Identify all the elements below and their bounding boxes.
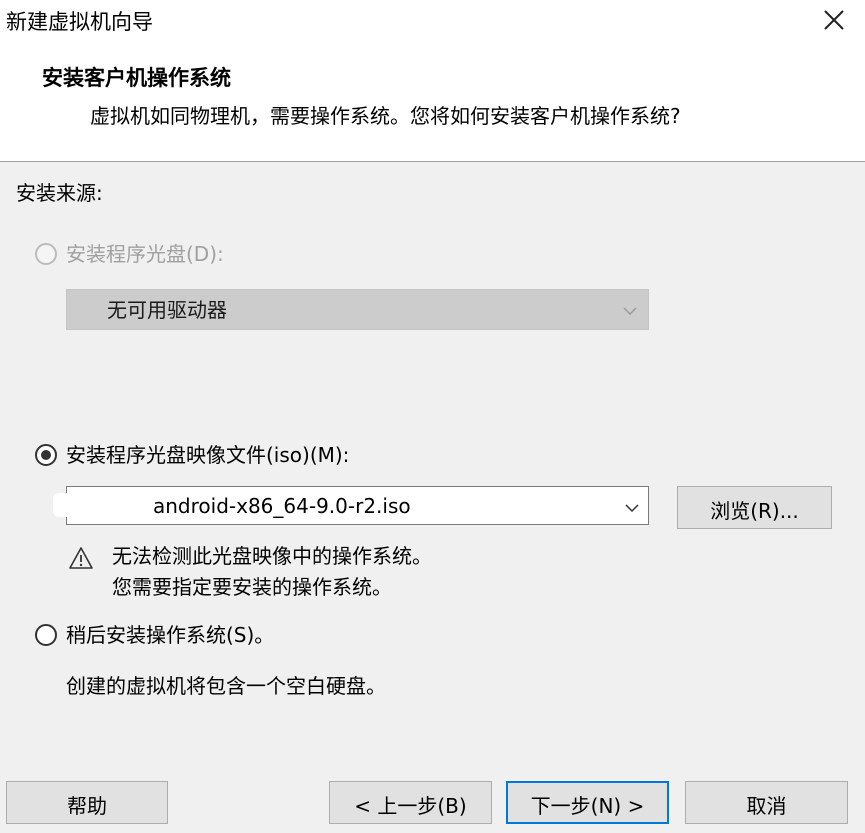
cancel-button-label: 取消 — [746, 794, 787, 818]
install-source-label: 安装来源: — [16, 181, 103, 205]
warning-line-2: 您需要指定要安装的操作系统。 — [112, 575, 392, 599]
cancel-button[interactable]: 取消 — [685, 781, 848, 824]
drive-select[interactable]: 无可用驱动器 — [66, 289, 649, 330]
browse-button[interactable]: 浏览(R)... — [677, 486, 832, 529]
disc-radio[interactable] — [35, 243, 57, 265]
drive-select-value: 无可用驱动器 — [107, 298, 227, 322]
disc-option-label: 安装程序光盘(D): — [66, 242, 224, 266]
browse-button-label: 浏览(R)... — [710, 499, 799, 523]
iso-path-combo[interactable]: android-x86_64-9.0-r2.iso — [53, 486, 649, 525]
iso-path-value: android-x86_64-9.0-r2.iso — [153, 494, 411, 518]
help-button-label: 帮助 — [67, 794, 107, 818]
warning-icon — [68, 546, 94, 570]
help-button[interactable]: 帮助 — [6, 781, 168, 824]
later-radio[interactable] — [35, 624, 57, 646]
close-icon[interactable] — [818, 4, 850, 36]
back-button[interactable]: < 上一步(B) — [329, 781, 492, 824]
chevron-down-icon[interactable] — [624, 499, 640, 518]
iso-option-label: 安装程序光盘映像文件(iso)(M): — [66, 443, 350, 467]
later-option-description: 创建的虚拟机将包含一个空白硬盘。 — [66, 674, 386, 698]
later-option-label: 稍后安装操作系统(S)。 — [66, 623, 275, 647]
next-button[interactable]: 下一步(N) > — [506, 781, 669, 824]
header-divider — [0, 161, 865, 162]
back-button-label: < 上一步(B) — [354, 794, 467, 818]
next-button-label: 下一步(N) > — [530, 794, 645, 818]
step-title: 安装客户机操作系统 — [42, 66, 231, 90]
iso-radio[interactable] — [35, 444, 57, 466]
step-description: 虚拟机如同物理机，需要操作系统。您将如何安装客户机操作系统? — [90, 104, 681, 128]
window-title: 新建虚拟机向导 — [6, 10, 153, 34]
radio-selected-dot — [41, 450, 51, 460]
chevron-down-icon — [622, 302, 638, 321]
warning-line-1: 无法检测此光盘映像中的操作系统。 — [112, 544, 432, 568]
redacted-path-prefix — [53, 493, 149, 517]
